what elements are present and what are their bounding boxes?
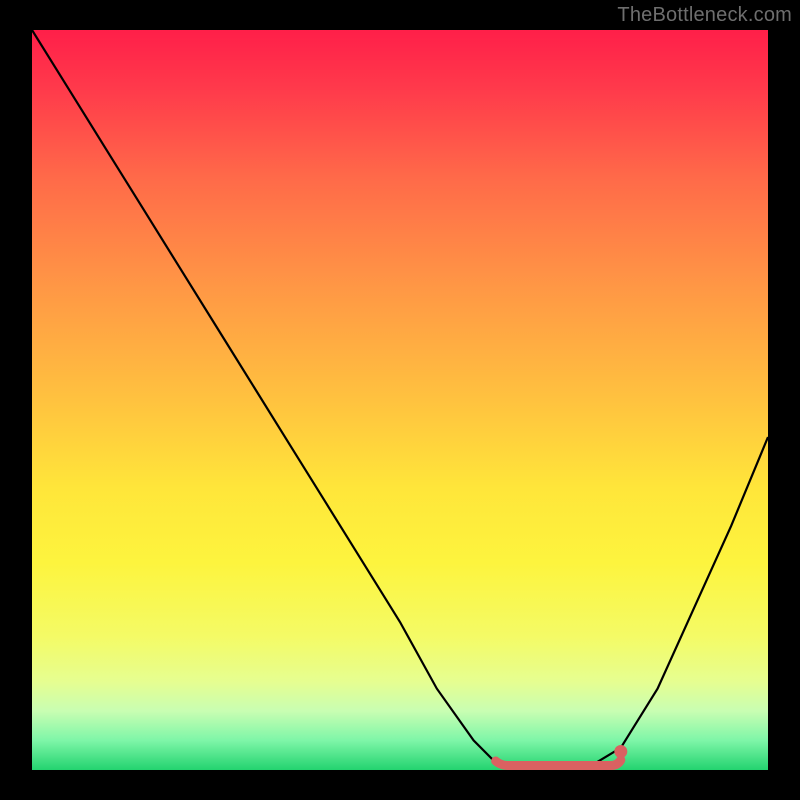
bottleneck-curve [32,30,768,770]
chart-plot-area [32,30,768,770]
watermark-text: TheBottleneck.com [617,4,792,27]
chart-svg [32,30,768,770]
optimal-region-marker [496,760,621,766]
marker-dot-icon [614,745,627,758]
chart-frame: TheBottleneck.com [0,0,800,800]
